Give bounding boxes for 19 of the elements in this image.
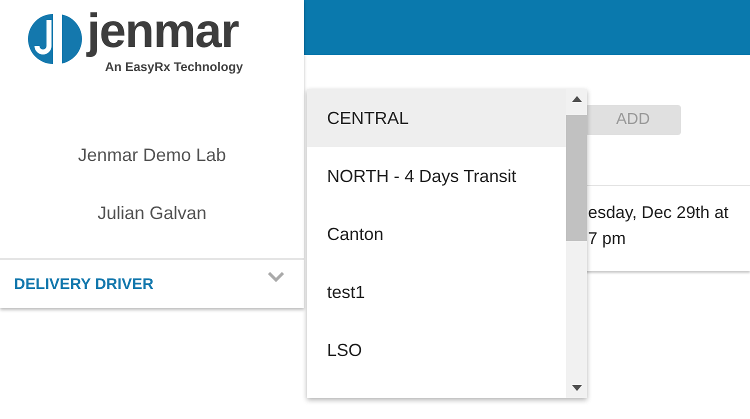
- role-selector[interactable]: DELIVERY DRIVER: [0, 258, 304, 308]
- card-text: 7 pm: [588, 228, 627, 250]
- logo-icon: [28, 12, 82, 66]
- scroll-up-icon[interactable]: [572, 96, 582, 102]
- logo-tagline: An EasyRx Technology: [105, 60, 243, 74]
- lab-name: Jenmar Demo Lab: [78, 145, 226, 166]
- dropdown-option[interactable]: NORTH - 4 Days Transit: [307, 147, 566, 205]
- chevron-down-icon: [268, 272, 284, 282]
- dropdown-option[interactable]: Canton: [307, 205, 566, 263]
- role-label: DELIVERY DRIVER: [14, 275, 154, 294]
- logo-wordmark: jenmar: [87, 4, 240, 60]
- dropdown-option[interactable]: LSO: [307, 321, 566, 379]
- dropdown-option[interactable]: test1: [307, 263, 566, 321]
- user-name: Julian Galvan: [97, 203, 207, 224]
- scrollbar[interactable]: [566, 89, 587, 398]
- scrollbar-thumb[interactable]: [566, 115, 587, 241]
- scroll-down-icon[interactable]: [572, 385, 582, 391]
- dropdown-option[interactable]: CENTRAL: [307, 89, 566, 147]
- card-text: esday, Dec 29th at: [588, 202, 730, 224]
